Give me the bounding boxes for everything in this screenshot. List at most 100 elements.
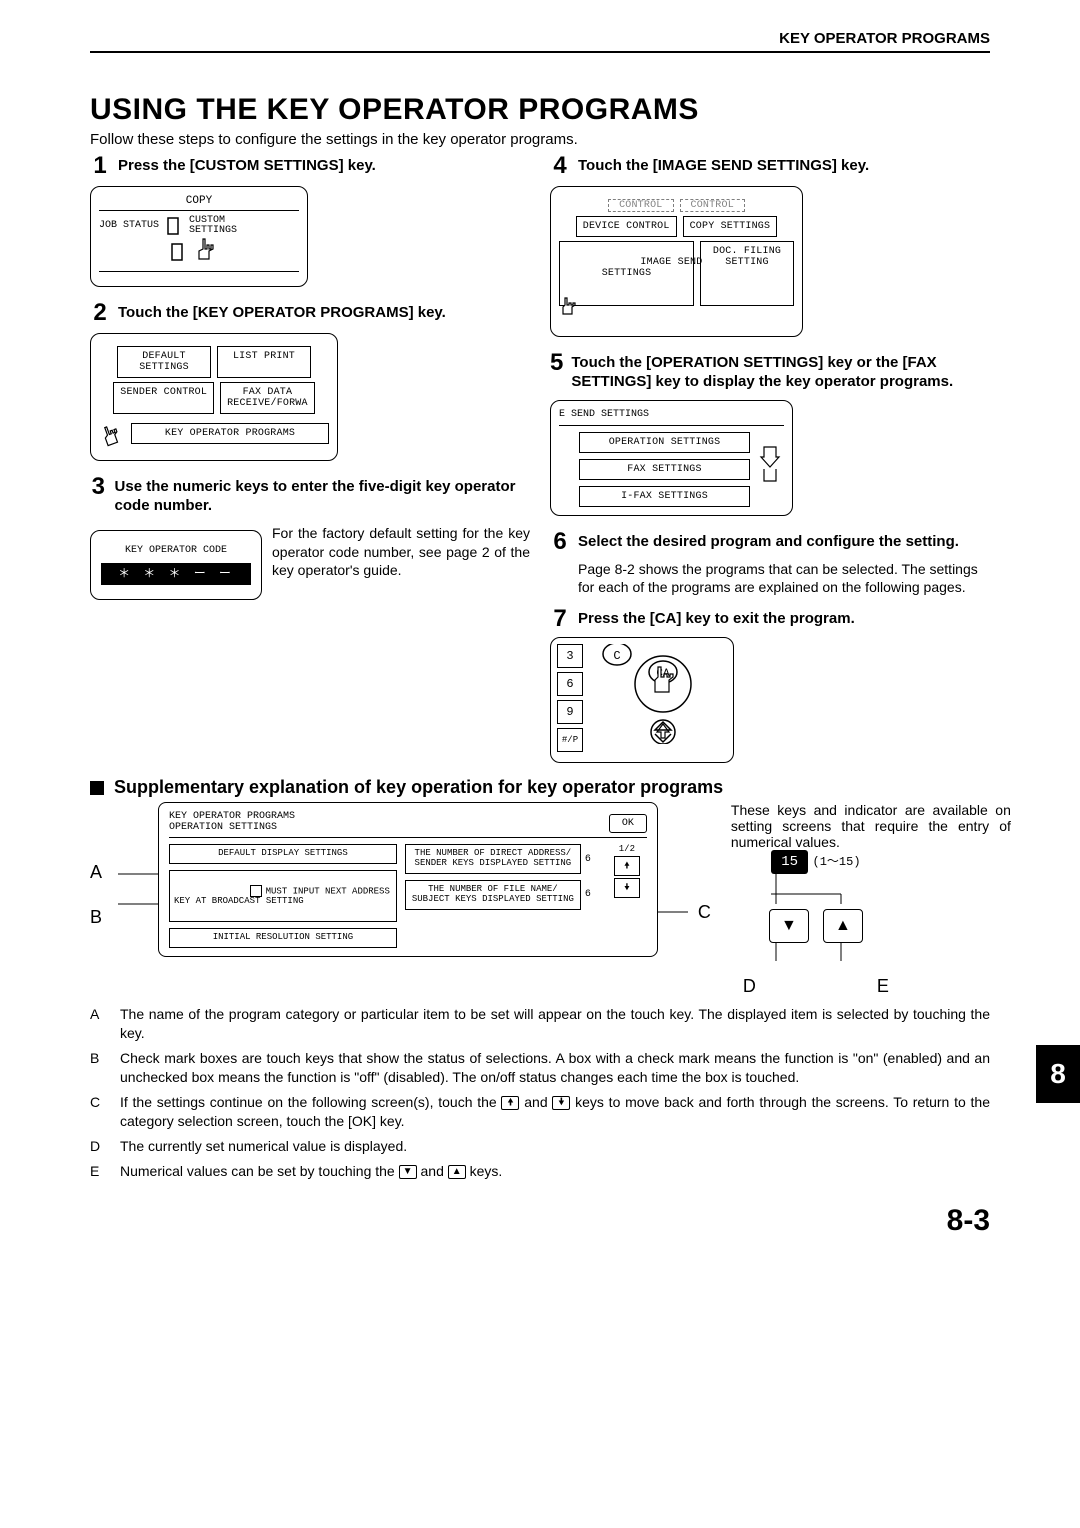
job-status-label: JOB STATUS (99, 220, 159, 232)
label-d: D (743, 976, 756, 997)
value-down-button[interactable]: ▼ (769, 909, 809, 943)
status-display-icon (165, 215, 183, 237)
step-7-title: Press the [CA] key to exit the program. (578, 607, 855, 631)
def-a-label: A (90, 1005, 110, 1043)
page-indicator: 1/2 (619, 844, 635, 854)
panel-keypad: 3 6 9 #/P C CA (550, 637, 734, 763)
key-hash-p[interactable]: #/P (557, 728, 583, 752)
ca-key-diagram: C CA (593, 644, 713, 744)
def-c-text: If the settings continue on the followin… (120, 1093, 990, 1131)
def-d-label: D (90, 1137, 110, 1156)
control-cutoff-1: CONTROL (608, 199, 673, 212)
intro-text: Follow these steps to configure the sett… (90, 131, 990, 148)
label-c-connector (658, 822, 698, 962)
step-1-title: Press the [CUSTOM SETTINGS] key. (118, 154, 376, 178)
copy-settings-button[interactable]: COPY SETTINGS (683, 216, 778, 237)
screen-title-1: KEY OPERATOR PROGRAMS (169, 811, 295, 822)
page-number: 8-3 (90, 1204, 990, 1238)
key-9[interactable]: 9 (557, 700, 583, 724)
step-6-title: Select the desired program and configure… (578, 530, 959, 554)
panel-key-operator-programs: DEFAULT SETTINGS LIST PRINT SENDER CONTR… (90, 333, 338, 461)
numeric-value-display: 15 (771, 850, 808, 874)
def-e-text: Numerical values can be set by touching … (120, 1162, 990, 1181)
send-settings-title: E SEND SETTINGS (559, 409, 784, 421)
direct-address-keys-button[interactable]: THE NUMBER OF DIRECT ADDRESS/ SENDER KEY… (405, 844, 581, 874)
de-bottom-lines (731, 943, 881, 965)
def-a-text: The name of the program category or part… (120, 1005, 990, 1043)
supplementary-intro-text: These keys and indicator are available o… (731, 802, 1011, 850)
operation-settings-button[interactable]: OPERATION SETTINGS (579, 432, 750, 453)
list-print-button[interactable]: LIST PRINT (217, 346, 311, 378)
control-cutoff-2: CONTROL (680, 199, 745, 212)
ok-button[interactable]: OK (609, 814, 647, 833)
direct-address-value: 6 (585, 854, 599, 865)
section-marker-icon (90, 781, 104, 795)
key-operator-code-value: ＊ ＊ ＊ ー ー (101, 563, 251, 585)
copy-label: COPY (99, 195, 299, 211)
hand-pointer-icon (558, 295, 580, 317)
label-c: C (698, 902, 711, 923)
step-7-number: 7 (550, 607, 570, 631)
initial-resolution-button[interactable]: INITIAL RESOLUTION SETTING (169, 928, 397, 948)
panel-custom-settings: COPY JOB STATUS CUSTOM SETTINGS (90, 186, 308, 287)
step-5-title: Touch the [OPERATION SETTINGS] key or th… (571, 351, 990, 392)
screen-title-2: OPERATION SETTINGS (169, 822, 295, 833)
key-3[interactable]: 3 (557, 644, 583, 668)
fax-data-button[interactable]: FAX DATA RECEIVE/FORWA (220, 382, 315, 414)
page-up-key-icon: 🠝 (501, 1096, 519, 1110)
panel-image-send: CONTROL CONTROL DEVICE CONTROL COPY SETT… (550, 186, 803, 337)
hand-pointer-icon (193, 237, 223, 267)
checkbox-icon[interactable] (250, 885, 262, 897)
must-input-next-address-button[interactable]: MUST INPUT NEXT ADDRESS KEY AT BROADCAST… (169, 870, 397, 922)
numeric-range: (1～15) (813, 855, 861, 869)
custom-settings-label: CUSTOM SETTINGS (189, 216, 237, 236)
fax-settings-button[interactable]: FAX SETTINGS (579, 459, 750, 480)
step-3-number: 3 (90, 475, 107, 516)
step-3-body: For the factory default setting for the … (272, 524, 530, 581)
supplementary-heading: Supplementary explanation of key operati… (114, 777, 723, 798)
label-b: B (90, 907, 118, 928)
device-control-button[interactable]: DEVICE CONTROL (576, 216, 677, 237)
key-operator-programs-button[interactable]: KEY OPERATOR PROGRAMS (131, 423, 329, 444)
def-c-label: C (90, 1093, 110, 1131)
step-4-number: 4 (550, 154, 570, 178)
page-up-button[interactable]: 🠝 (614, 856, 640, 876)
label-e: E (877, 976, 889, 997)
page-down-key-icon: 🠟 (552, 1096, 570, 1110)
de-connector-lines (731, 874, 881, 904)
image-send-settings-button[interactable]: IMAGE SEND SETTINGS (559, 241, 694, 306)
page-title: USING THE KEY OPERATOR PROGRAMS (90, 93, 990, 127)
def-e-label: E (90, 1162, 110, 1181)
chapter-tab: 8 (1036, 1045, 1080, 1103)
sender-control-button[interactable]: SENDER CONTROL (113, 382, 214, 414)
value-down-key-icon: ▼ (399, 1165, 417, 1179)
key-6[interactable]: 6 (557, 672, 583, 696)
page-down-button[interactable]: 🠟 (614, 878, 640, 898)
def-b-text: Check mark boxes are touch keys that sho… (120, 1049, 990, 1087)
doc-filing-setting-button[interactable]: DOC. FILING SETTING (700, 241, 794, 306)
hand-pointer-icon (99, 418, 125, 448)
step-6-body: Page 8-2 shows the programs that can be … (578, 560, 990, 598)
value-up-key-icon: ▲ (448, 1165, 466, 1179)
step-6-number: 6 (550, 530, 570, 554)
panel-key-operator-code: KEY OPERATOR CODE ＊ ＊ ＊ ー ー (90, 530, 262, 600)
def-d-text: The currently set numerical value is dis… (120, 1137, 990, 1156)
default-display-settings-button[interactable]: DEFAULT DISPLAY SETTINGS (169, 844, 397, 864)
file-name-value: 6 (585, 889, 599, 900)
label-a: A (90, 862, 118, 883)
value-up-button[interactable]: ▲ (823, 909, 863, 943)
step-2-number: 2 (90, 301, 110, 325)
file-name-keys-button[interactable]: THE NUMBER OF FILE NAME/ SUBJECT KEYS DI… (405, 880, 581, 910)
svg-text:C: C (613, 649, 620, 663)
default-settings-button[interactable]: DEFAULT SETTINGS (117, 346, 211, 378)
key-operator-code-label: KEY OPERATOR CODE (101, 545, 251, 557)
step-1-number: 1 (90, 154, 110, 178)
step-5-number: 5 (550, 351, 563, 392)
step-2-title: Touch the [KEY OPERATOR PROGRAMS] key. (118, 301, 446, 325)
ifax-settings-button[interactable]: I-FAX SETTINGS (579, 486, 750, 507)
operation-settings-screen: KEY OPERATOR PROGRAMS OPERATION SETTINGS… (158, 802, 658, 957)
image-send-settings-label: IMAGE SEND SETTINGS (602, 257, 703, 279)
def-b-label: B (90, 1049, 110, 1087)
must-input-next-address-label: MUST INPUT NEXT ADDRESS KEY AT BROADCAST… (174, 886, 390, 906)
hand-pointer-icon (756, 439, 784, 499)
